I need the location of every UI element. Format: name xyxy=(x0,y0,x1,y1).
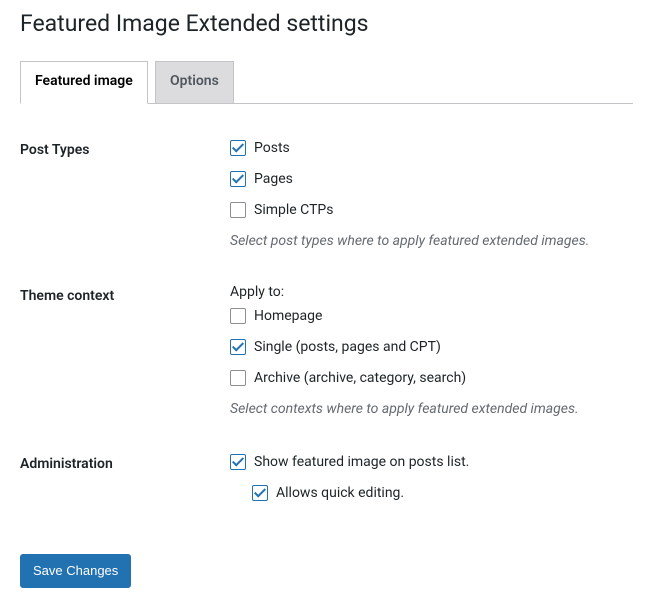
checkbox-simple-ctps-label: Simple CTPs xyxy=(254,200,333,221)
checkbox-posts[interactable] xyxy=(230,140,246,156)
checkbox-show-featured[interactable] xyxy=(230,454,246,470)
post-types-description: Select post types where to apply feature… xyxy=(230,231,633,252)
checkbox-allows-quick-label: Allows quick editing. xyxy=(276,483,404,504)
administration-heading: Administration xyxy=(20,438,230,532)
page-title: Featured Image Extended settings xyxy=(20,0,633,43)
checkbox-pages[interactable] xyxy=(230,171,246,187)
checkbox-posts-label: Posts xyxy=(254,138,290,159)
checkbox-homepage[interactable] xyxy=(230,308,246,324)
checkbox-pages-label: Pages xyxy=(254,169,293,190)
checkbox-archive-label: Archive (archive, category, search) xyxy=(254,368,466,389)
post-types-heading: Post Types xyxy=(20,124,230,270)
theme-context-description: Select contexts where to apply featured … xyxy=(230,399,633,420)
checkbox-show-featured-label: Show featured image on posts list. xyxy=(254,452,469,473)
checkbox-homepage-label: Homepage xyxy=(254,306,322,327)
checkbox-single-label: Single (posts, pages and CPT) xyxy=(254,337,441,358)
tab-featured-image[interactable]: Featured image xyxy=(20,61,148,104)
save-button[interactable]: Save Changes xyxy=(20,554,131,589)
tab-options[interactable]: Options xyxy=(155,61,234,104)
checkbox-simple-ctps[interactable] xyxy=(230,202,246,218)
checkbox-single[interactable] xyxy=(230,339,246,355)
checkbox-archive[interactable] xyxy=(230,370,246,386)
tab-nav: Featured image Options xyxy=(20,61,633,104)
apply-to-label: Apply to: xyxy=(230,284,633,300)
checkbox-allows-quick[interactable] xyxy=(252,485,268,501)
theme-context-heading: Theme context xyxy=(20,270,230,438)
